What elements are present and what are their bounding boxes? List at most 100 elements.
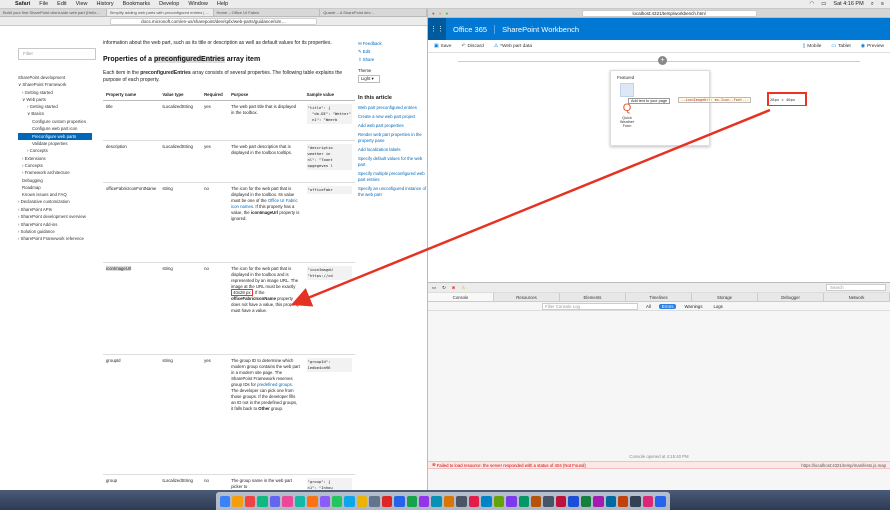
browser-tab-active[interactable]: Simplify adding web parts with preconfig… <box>106 9 214 16</box>
dock-app-icon[interactable] <box>506 495 517 507</box>
dock-app-icon[interactable] <box>593 495 604 507</box>
dock-app-icon[interactable] <box>344 495 355 507</box>
dock-app-icon[interactable] <box>356 495 368 507</box>
minimize-window-icon[interactable]: ● <box>439 11 442 16</box>
toc-item[interactable]: › SharePoint Add-ins <box>18 221 92 228</box>
zoom-window-icon[interactable]: ● <box>445 11 448 16</box>
dock-app-icon[interactable] <box>493 495 505 507</box>
filter-warnings[interactable]: Warnings <box>681 304 705 309</box>
toolbox-item-text[interactable] <box>617 83 637 97</box>
dock-app-icon[interactable] <box>555 495 567 507</box>
console-error-source[interactable]: https://localhost:4321/temp/manifests.js… <box>801 463 886 468</box>
toc-link[interactable]: Specify an unconfigured instance of the … <box>358 186 427 198</box>
tab-console[interactable]: Console <box>428 293 494 301</box>
menu-window[interactable]: Window <box>188 1 208 7</box>
dock-app-icon[interactable] <box>394 495 405 507</box>
menu-view[interactable]: View <box>76 1 88 7</box>
web-part-data-button[interactable]: ⚠ *Web part data <box>494 44 532 49</box>
menu-history[interactable]: History <box>96 1 113 7</box>
warning-count-icon[interactable]: ⚠ <box>461 285 465 291</box>
dock-app-icon[interactable] <box>530 495 542 507</box>
toc-item[interactable]: SharePoint development <box>18 74 92 81</box>
discard-button[interactable]: ↶ Discard <box>461 44 483 49</box>
dock-app-icon[interactable] <box>269 495 281 507</box>
reload-icon[interactable]: ↻ <box>442 285 446 291</box>
dock-app-icon[interactable] <box>655 495 666 507</box>
dock-app-icon[interactable] <box>331 495 343 507</box>
wifi-icon[interactable]: ◠ <box>809 1 814 7</box>
dock-side-icon[interactable]: ▭ <box>432 285 436 291</box>
toc-item[interactable]: › Extensions <box>18 155 92 162</box>
browser-tab[interactable]: Quantr – A SharePoint dev… <box>320 9 427 16</box>
menu-bookmarks[interactable]: Bookmarks <box>123 1 151 7</box>
toc-link[interactable]: Specify multiple preconfigured web part … <box>358 171 427 183</box>
toc-item[interactable]: › Getting started <box>18 89 92 96</box>
toc-link[interactable]: Specify default values for the web part <box>358 156 427 168</box>
dock-app-icon[interactable] <box>244 495 256 507</box>
clock[interactable]: Sat 4:16 PM <box>833 1 863 7</box>
toc-item[interactable]: Preconfigure web parts <box>18 132 92 141</box>
predefined-groups-link[interactable]: predefined groups <box>257 382 292 387</box>
toc-item[interactable]: ∨ SharePoint Framework <box>18 81 92 88</box>
console-filter-input[interactable]: Filter Console Log <box>542 302 638 310</box>
workbench-url-field[interactable]: localhost:4321/temp/workbench.html <box>581 9 757 17</box>
dock-app-icon[interactable] <box>232 495 243 507</box>
dock-app-icon[interactable] <box>580 495 592 507</box>
dock-app-icon[interactable] <box>630 495 641 507</box>
toc-link[interactable]: Create a new web part project <box>358 114 427 120</box>
dock-app-icon[interactable] <box>431 495 442 507</box>
dock-app-icon[interactable] <box>605 495 616 507</box>
inspector-search-input[interactable]: Search <box>826 284 886 291</box>
browser-tab[interactable]: Home – Office UI Fabric <box>214 9 321 16</box>
toc-item[interactable]: › Framework architecture <box>18 169 92 176</box>
toc-link[interactable]: Render web part properties in the proper… <box>358 132 427 144</box>
close-window-icon[interactable]: ● <box>432 11 435 16</box>
toc-item[interactable]: Configure custom properties <box>18 118 92 126</box>
toc-item[interactable]: › Declarative customization <box>18 198 92 205</box>
menu-file[interactable]: File <box>39 1 48 7</box>
menu-develop[interactable]: Develop <box>159 1 179 7</box>
tab-elements[interactable]: Elements <box>560 293 626 301</box>
tab-network[interactable]: Network <box>824 293 890 301</box>
theme-select[interactable]: Light ▾ <box>358 75 380 83</box>
browser-tab[interactable]: Build your first SharePoint client-side … <box>0 9 107 16</box>
toc-item[interactable]: Validate properties <box>18 140 92 147</box>
toc-item[interactable]: › Concepts <box>18 147 92 154</box>
dock-app-icon[interactable] <box>456 495 467 507</box>
menu-list-icon[interactable]: ≡ <box>881 1 884 7</box>
search-icon[interactable]: ⌕ <box>871 1 874 8</box>
dock-app-icon[interactable] <box>419 495 430 507</box>
dock-app-icon[interactable] <box>282 495 293 507</box>
toc-item[interactable]: › SharePoint APIs <box>18 206 92 213</box>
toc-item[interactable]: ∨ Web parts <box>18 96 92 103</box>
dock-app-icon[interactable] <box>568 495 579 507</box>
dock-app-icon[interactable] <box>220 495 231 507</box>
tab-timelines[interactable]: Timelines <box>626 293 692 301</box>
battery-icon[interactable]: ▭ <box>821 1 826 7</box>
toc-link[interactable]: Add web part properties <box>358 123 427 129</box>
toc-item[interactable]: › Getting started <box>18 103 92 110</box>
dock-app-icon[interactable] <box>406 495 417 507</box>
dock-app-icon[interactable] <box>319 495 330 507</box>
menu-help[interactable]: Help <box>217 1 228 7</box>
toc-filter-input[interactable]: Filter <box>18 48 96 60</box>
dock-app-icon[interactable] <box>618 495 629 507</box>
toc-item[interactable]: › SharePoint Framework reference <box>18 235 92 243</box>
preview-button[interactable]: ◉ Preview <box>861 44 884 49</box>
tablet-view-button[interactable]: ▭ Tablet <box>831 44 850 49</box>
dock-app-icon[interactable] <box>369 495 380 507</box>
toc-item[interactable]: › Solution guidance <box>18 228 92 235</box>
feedback-link[interactable]: ✉ Feedback <box>358 40 427 48</box>
toc-item[interactable]: Roadmap <box>18 184 92 191</box>
add-web-part-icon[interactable]: + <box>658 56 667 65</box>
dock-app-icon[interactable] <box>543 495 554 507</box>
toc-item[interactable]: Debugging <box>18 177 92 184</box>
tab-resources[interactable]: Resources <box>494 293 560 301</box>
console-error-row[interactable]: ⊗ Failed to load resource: the server re… <box>428 461 890 469</box>
toc-item[interactable]: › Concepts <box>18 162 92 169</box>
dock-app-icon[interactable] <box>481 495 492 507</box>
tab-storage[interactable]: Storage <box>692 293 758 301</box>
dock-app-icon[interactable] <box>518 495 529 507</box>
dock-app-icon[interactable] <box>381 495 393 507</box>
dock-app-icon[interactable] <box>443 495 455 507</box>
